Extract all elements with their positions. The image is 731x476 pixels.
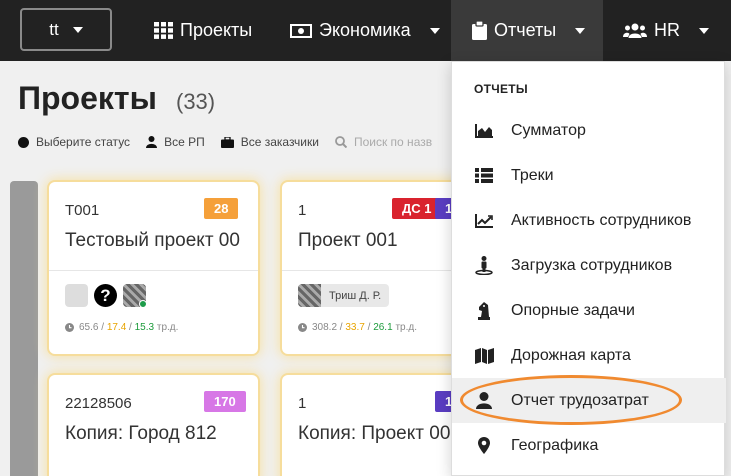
- task-count-badge: 28: [204, 198, 239, 219]
- menu-item-label: Загрузка сотрудников: [511, 256, 673, 274]
- chevron-down-icon: [429, 27, 440, 34]
- briefcase-icon: [220, 136, 234, 148]
- project-card[interactable]: T001 28 Тестовый проект 00 ? 65.6 / 17.4…: [49, 182, 258, 354]
- workspace-selector[interactable]: tt: [20, 8, 112, 51]
- nav-projects[interactable]: Проекты: [154, 0, 252, 61]
- area-chart-icon: [475, 123, 493, 138]
- project-code: 1: [298, 202, 307, 219]
- menu-item-roadmap[interactable]: Дорожная карта: [452, 333, 726, 378]
- street-view-icon: [475, 256, 493, 275]
- filter-bar: Выберите статус Все РП Все заказчики Пои…: [18, 133, 448, 151]
- menu-item-geographics[interactable]: Географика: [452, 423, 726, 468]
- clock-icon: [65, 323, 74, 332]
- card-members: ?: [65, 284, 147, 308]
- stat-total: 308.2: [312, 322, 338, 333]
- project-code: T001: [65, 202, 100, 219]
- nav-projects-label: Проекты: [180, 20, 253, 40]
- project-code: 1: [298, 395, 307, 412]
- chess-knight-icon: [478, 301, 490, 320]
- project-title: Тестовый проект 00: [65, 230, 240, 251]
- client-filter-label: Все заказчики: [240, 135, 319, 149]
- nav-reports[interactable]: Отчеты: [451, 0, 603, 61]
- chevron-down-icon: [72, 26, 83, 33]
- client-filter[interactable]: Все заказчики: [220, 135, 319, 149]
- stat-total: 65.6: [79, 322, 99, 333]
- menu-item-summator[interactable]: Сумматор: [452, 108, 726, 153]
- clipboard-icon: [472, 21, 487, 40]
- menu-item-label: Сумматор: [511, 121, 586, 139]
- chevron-down-icon: [575, 27, 586, 34]
- search-field[interactable]: Поиск по назв: [335, 135, 432, 149]
- nav-hr[interactable]: HR: [623, 0, 709, 61]
- card-divider: [49, 270, 258, 271]
- project-title: Копия: Проект 00: [298, 423, 451, 444]
- top-navbar: tt Проекты Экономика Отчеты HR: [0, 0, 731, 61]
- project-card[interactable]: 22128506 170 Копия: Город 812: [49, 375, 258, 476]
- page-title: Проекты: [18, 80, 157, 116]
- status-filter-label: Выберите статус: [36, 135, 131, 149]
- avatar[interactable]: [123, 284, 147, 308]
- menu-item-labor-report[interactable]: Отчет трудозатрат: [452, 378, 726, 423]
- list-icon: [475, 168, 493, 183]
- stat-spent: 17.4: [106, 322, 127, 333]
- search-icon: [335, 136, 347, 148]
- avatar[interactable]: [65, 284, 88, 307]
- nav-economics[interactable]: Экономика: [290, 0, 440, 61]
- manager-filter-label: Все РП: [164, 135, 205, 149]
- menu-item-label: Треки: [511, 166, 554, 184]
- map-marker-icon: [478, 437, 490, 454]
- chevron-down-icon: [699, 27, 709, 34]
- workspace-label: tt: [49, 19, 59, 39]
- menu-item-label: Отчет трудозатрат: [511, 391, 649, 409]
- project-count: (33): [176, 89, 216, 114]
- menu-item-label: Географика: [511, 436, 599, 454]
- user-icon: [476, 392, 492, 409]
- menu-item-tracks[interactable]: Треки: [452, 153, 726, 198]
- manager-filter[interactable]: Все РП: [146, 135, 205, 149]
- dropdown-header: ОТЧЕТЫ: [474, 82, 528, 96]
- line-chart-icon: [475, 213, 493, 228]
- menu-item-label: Активность сотрудников: [511, 211, 692, 229]
- column-scroll-bar[interactable]: [10, 181, 38, 476]
- stat-spent: 33.7: [345, 322, 365, 333]
- users-icon: [623, 23, 647, 38]
- map-icon: [474, 347, 494, 364]
- card-stats: 308.2 / 33.7 / 26.1 тр.д.: [298, 322, 417, 333]
- manager-chip[interactable]: Триш Д. Р.: [298, 284, 390, 307]
- money-icon: [290, 23, 312, 38]
- manager-name: Триш Д. Р.: [329, 289, 382, 302]
- menu-item-employee-load[interactable]: Загрузка сотрудников: [452, 243, 726, 288]
- online-status-dot: [139, 300, 147, 308]
- menu-item-key-tasks[interactable]: Опорные задачи: [452, 288, 726, 333]
- stat-done: 15.3: [134, 322, 155, 333]
- clock-icon: [298, 323, 307, 332]
- reports-dropdown-menu: ОТЧЕТЫ Сумматор Треки Активность сотрудн…: [451, 61, 726, 476]
- search-placeholder: Поиск по назв: [353, 135, 433, 149]
- avatar: [298, 284, 321, 307]
- card-members: Триш Д. Р.: [298, 284, 390, 307]
- nav-hr-label: HR: [654, 20, 680, 40]
- menu-item-label: Опорные задачи: [511, 301, 635, 319]
- card-stats: 65.6 / 17.4 / 15.3 тр.д.: [65, 322, 178, 333]
- nav-reports-label: Отчеты: [494, 20, 557, 40]
- stat-unit: тр.д.: [156, 322, 179, 333]
- project-code: 22128506: [65, 395, 132, 412]
- stat-done: 26.1: [373, 322, 393, 333]
- task-count-badge: 170: [204, 391, 246, 412]
- menu-item-label: Дорожная карта: [511, 346, 631, 364]
- user-icon: [146, 136, 158, 148]
- nav-economics-label: Экономика: [319, 20, 411, 40]
- menu-item-employee-activity[interactable]: Активность сотрудников: [452, 198, 726, 243]
- project-title: Копия: Город 812: [65, 423, 217, 444]
- circle-icon: [18, 136, 29, 148]
- stat-unit: тр.д.: [395, 322, 417, 333]
- project-title: Проект 001: [298, 230, 398, 251]
- status-filter[interactable]: Выберите статус: [18, 135, 130, 149]
- grid-icon: [154, 22, 173, 39]
- unknown-user-avatar[interactable]: ?: [94, 284, 117, 307]
